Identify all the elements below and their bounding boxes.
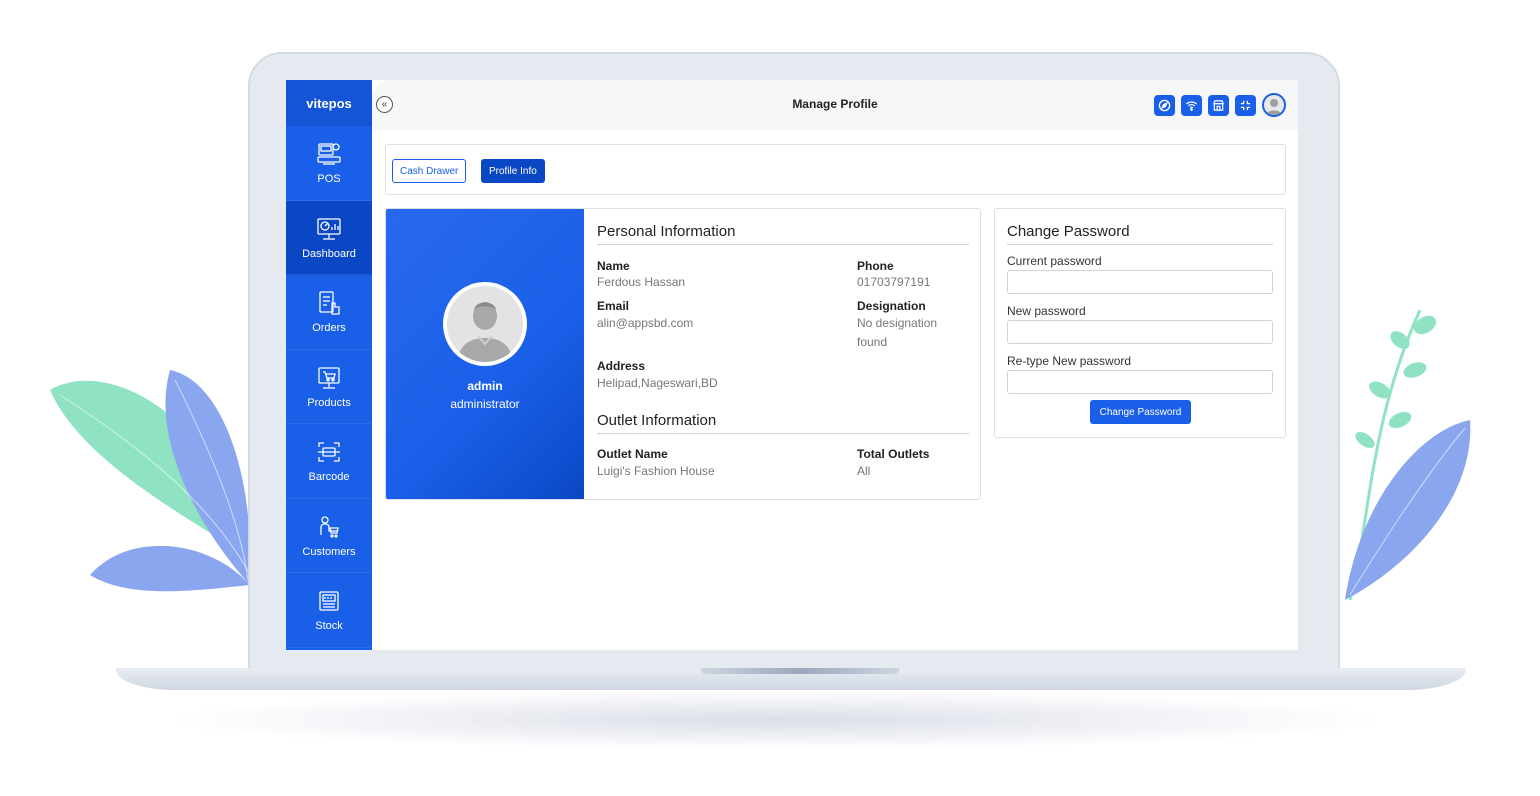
profile-card: admin administrator Personal Information… <box>385 208 981 500</box>
profile-role: administrator <box>450 397 520 411</box>
sidebar: vitepos POS Dashboard Orders Products Ba… <box>286 80 372 650</box>
top-icon-group <box>1154 93 1286 117</box>
sidebar-item-label: Orders <box>312 322 346 335</box>
stock-icon <box>319 591 339 611</box>
avatar <box>443 282 527 366</box>
laptop-shadow <box>160 690 1390 750</box>
marketing-stage: vitepos POS Dashboard Orders Products Ba… <box>0 0 1540 796</box>
total-outlets-label: Total Outlets <box>857 447 930 461</box>
user-avatar-icon[interactable] <box>1262 93 1286 117</box>
designation-label: Designation <box>857 299 926 313</box>
name-label: Name <box>597 259 630 273</box>
outlet-info-title: Outlet Information <box>597 412 717 429</box>
laptop-notch <box>700 668 900 674</box>
sidebar-item-label: Products <box>307 396 351 409</box>
change-password-button[interactable]: Change Password <box>1090 400 1191 424</box>
designation-value: No designation found <box>857 316 938 349</box>
outlet-name-label: Outlet Name <box>597 447 668 461</box>
divider <box>597 244 969 245</box>
sidebar-item-pos[interactable]: POS <box>286 126 372 201</box>
dashboard-monitor-icon <box>317 218 341 240</box>
new-password-label: New password <box>1007 304 1086 318</box>
profile-summary-panel: admin administrator <box>386 209 584 499</box>
current-password-field[interactable] <box>1007 270 1273 294</box>
sidebar-item-label: Stock <box>315 620 343 633</box>
tab-profile-info[interactable]: Profile Info <box>481 159 545 183</box>
email-value: alin@appsbd.com <box>597 316 694 330</box>
retype-password-field[interactable] <box>1007 370 1273 394</box>
sidebar-item-label: POS <box>317 173 341 186</box>
phone-value: 01703797191 <box>857 275 931 289</box>
sidebar-item-label: Barcode <box>308 471 350 484</box>
brand-logo[interactable]: vitepos <box>286 80 372 126</box>
divider <box>1007 244 1273 245</box>
profile-tabs: Cash Drawer Profile Info <box>385 144 1286 195</box>
barcode-scan-icon <box>318 442 340 462</box>
sidebar-item-label: Customers <box>302 545 356 558</box>
store-icon[interactable] <box>1208 94 1229 116</box>
decorative-leaves-right <box>1345 309 1471 601</box>
tab-cash-drawer[interactable]: Cash Drawer <box>392 159 467 183</box>
sidebar-item-stock[interactable]: Stock <box>286 573 372 648</box>
sidebar-item-customers[interactable]: Customers <box>286 499 372 573</box>
decorative-leaves-left <box>50 370 255 592</box>
email-label: Email <box>597 299 630 313</box>
sidebar-item-dashboard[interactable]: Dashboard <box>286 200 372 275</box>
divider <box>597 433 969 434</box>
change-password-title: Change Password <box>1007 223 1130 240</box>
address-label: Address <box>597 359 646 373</box>
sidebar-item-orders[interactable]: Orders <box>286 275 372 350</box>
wifi-icon[interactable] <box>1181 94 1202 116</box>
profile-username: admin <box>467 379 503 393</box>
user-silhouette-icon <box>447 286 523 362</box>
pos-terminal-icon <box>317 143 341 165</box>
app-screen: vitepos POS Dashboard Orders Products Ba… <box>286 80 1298 650</box>
personal-info-title: Personal Information <box>597 223 736 240</box>
name-value: Ferdous Hassan <box>597 275 686 289</box>
phone-label: Phone <box>857 259 894 273</box>
address-value: Helipad,Nageswari,BD <box>597 376 718 390</box>
current-password-label: Current password <box>1007 254 1102 268</box>
orders-list-icon <box>319 291 340 315</box>
sidebar-item-products[interactable]: Products <box>286 350 372 424</box>
products-cart-icon <box>318 367 340 389</box>
compass-icon[interactable] <box>1154 94 1175 116</box>
retype-password-label: Re-type New password <box>1007 354 1132 368</box>
fullscreen-exit-icon[interactable] <box>1235 94 1256 116</box>
total-outlets-value: All <box>857 464 871 478</box>
main-content: « Manage Profile Cash Drawer Profile Inf… <box>372 80 1298 650</box>
new-password-field[interactable] <box>1007 320 1273 344</box>
sidebar-item-barcode[interactable]: Barcode <box>286 424 372 499</box>
sidebar-item-label: Dashboard <box>302 247 356 260</box>
outlet-name-value: Luigi's Fashion House <box>597 464 715 478</box>
customers-icon <box>320 516 339 538</box>
change-password-card: Change Password Current password New pas… <box>994 208 1286 438</box>
top-bar: « Manage Profile <box>372 80 1298 130</box>
